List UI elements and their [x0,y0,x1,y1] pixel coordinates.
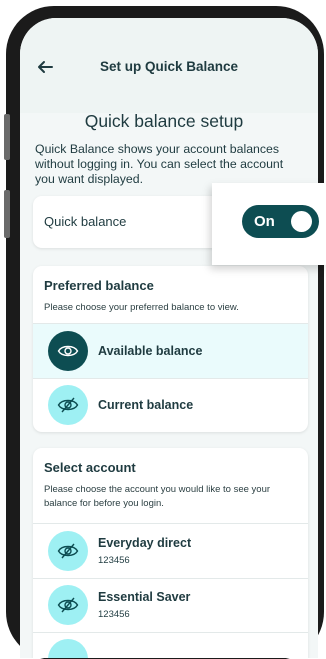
screen-title: Set up Quick Balance [99,59,239,74]
top-bar: Set up Quick Balance [20,18,318,113]
option-current-balance[interactable]: Current balance [33,378,308,432]
eye-slash-icon [48,585,88,625]
select-account-card: Select account Please choose the account… [33,448,308,658]
toggle-knob [291,211,312,232]
eye-slash-icon [48,639,88,658]
eye-icon [48,331,88,371]
option-label: Current balance [98,398,194,412]
eye-slash-icon [48,531,88,571]
quick-balance-label: Quick balance [44,214,127,229]
option-label: Available balance [98,344,203,358]
quick-balance-toggle-callout: On [212,183,326,265]
account-partial[interactable] [33,632,308,658]
account-name: Everyday direct [98,536,192,550]
toggle-label: On [254,213,275,230]
eye-slash-icon [48,385,88,425]
account-number: 123456 [98,609,130,620]
quick-balance-toggle[interactable]: On [242,205,319,238]
side-button [4,190,10,238]
page-title: Quick balance setup [84,111,244,131]
select-account-description: Please choose the account you would like… [44,484,271,509]
option-available-balance[interactable]: Available balance [33,324,308,378]
preferred-balance-title: Preferred balance [44,278,154,293]
preferred-balance-card: Preferred balance Please choose your pre… [33,266,308,432]
account-essential-saver[interactable]: Essential Saver 123456 [33,578,308,632]
preferred-balance-description: Please choose your preferred balance to … [44,302,239,313]
account-number: 123456 [98,555,130,566]
account-name: Essential Saver [98,590,191,604]
app-screen: Set up Quick Balance Quick balance setup… [20,18,318,658]
select-account-title: Select account [44,460,136,475]
account-everyday-direct[interactable]: Everyday direct 123456 [33,524,308,578]
side-button [4,114,10,160]
intro-text: Quick Balance shows your account balance… [35,142,284,186]
